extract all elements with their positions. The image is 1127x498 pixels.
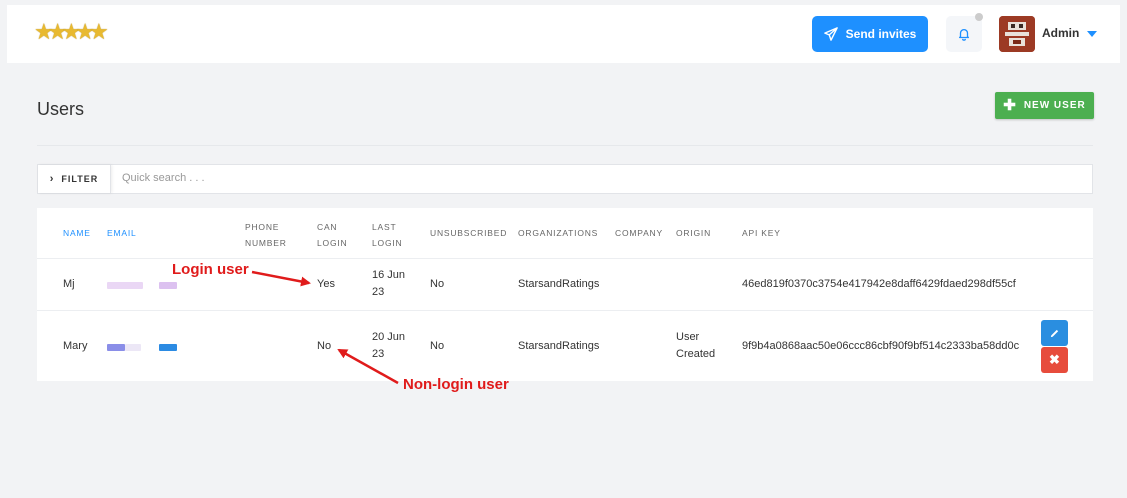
users-table: NAME EMAIL PHONE NUMBER CAN LOGIN LAST L…: [37, 208, 1093, 381]
column-header-api-key: API KEY: [742, 228, 781, 238]
filter-label: FILTER: [61, 174, 99, 184]
cell-last-login: 16 Jun 23: [372, 267, 405, 301]
logo[interactable]: ★ ★ ★ ★ ★: [34, 21, 109, 43]
redacted-block: [125, 344, 141, 351]
redacted-block: [107, 282, 143, 289]
new-user-button[interactable]: ✚ NEW USER: [995, 92, 1094, 119]
paper-plane-icon: [823, 27, 838, 41]
cell-can-login: No: [317, 340, 332, 352]
redacted-block: [107, 344, 125, 351]
plus-icon: ✚: [1003, 96, 1017, 114]
cell-name: Mj: [63, 278, 75, 290]
new-user-label: NEW USER: [1023, 100, 1086, 111]
cell-last-login-year: 23: [372, 348, 385, 360]
column-header-organizations: ORGANIZATIONS: [518, 228, 599, 238]
cell-organization: StarsandRatings: [518, 340, 600, 352]
redacted-block: [159, 282, 177, 289]
column-header-phone-line1: PHONE: [245, 222, 280, 232]
send-invites-label: Send invites: [845, 27, 917, 41]
edit-button[interactable]: [1041, 320, 1068, 346]
redacted-block: [159, 344, 177, 351]
quick-search-input[interactable]: [122, 172, 1022, 184]
bell-icon: [958, 28, 970, 41]
column-header-phone-line2: NUMBER: [245, 238, 287, 248]
star-icon: ★: [88, 19, 109, 44]
cell-origin-line1: User: [676, 331, 700, 343]
annotation-non-login-user: Non-login user: [403, 376, 509, 393]
pencil-icon: [1050, 329, 1059, 337]
cell-organization: StarsandRatings: [518, 278, 600, 290]
column-header-can-login-line2: LOGIN: [317, 238, 348, 248]
close-icon: ✖: [1049, 352, 1060, 367]
column-header-email[interactable]: EMAIL: [107, 227, 137, 239]
column-header-unsubscribed: UNSUBSCRIBED: [430, 228, 508, 238]
cell-api-key: 9f9b4a0868aac50e06ccc86cbf90f9bf514c2333…: [742, 340, 1020, 352]
column-header-company: COMPANY: [615, 228, 663, 238]
column-header-can-login-line1: CAN: [317, 222, 338, 232]
cell-last-login-date: 16 Jun: [372, 269, 406, 281]
delete-button[interactable]: ✖: [1041, 347, 1068, 373]
notifications-button[interactable]: [946, 16, 982, 52]
cell-origin: User Created: [676, 329, 715, 363]
filter-button[interactable]: › FILTER: [38, 165, 111, 193]
chevron-right-icon: ›: [49, 173, 55, 185]
avatar[interactable]: [999, 16, 1035, 52]
column-header-origin: ORIGIN: [676, 228, 712, 238]
column-header-last-login-line2: LOGIN: [372, 238, 403, 248]
cell-unsubscribed: No: [430, 340, 445, 352]
cell-api-key: 46ed819f0370c3754e417942e8daff6429fdaed2…: [742, 278, 1016, 290]
row-divider: [37, 310, 1093, 311]
column-header-last-login-line1: LAST: [372, 222, 397, 232]
avatar-image: [999, 16, 1035, 52]
cell-last-login-year: 23: [372, 286, 385, 298]
cell-can-login: Yes: [317, 278, 335, 290]
cell-unsubscribed: No: [430, 278, 445, 290]
column-header-can-login: CAN LOGIN: [317, 221, 347, 249]
user-name[interactable]: Admin: [1042, 26, 1079, 40]
top-header: ★ ★ ★ ★ ★ Send invites Admin: [7, 5, 1120, 63]
send-invites-button[interactable]: Send invites: [812, 16, 928, 52]
cell-name: Mary: [63, 340, 88, 352]
column-header-last-login: LAST LOGIN: [372, 221, 402, 249]
page-title: Users: [37, 99, 85, 119]
cell-last-login: 20 Jun 23: [372, 329, 405, 363]
filter-bar: › FILTER: [37, 164, 1093, 194]
cell-origin-line2: Created: [676, 348, 716, 360]
notification-dot: [975, 13, 983, 21]
column-header-name[interactable]: NAME: [63, 227, 91, 239]
chevron-down-icon[interactable]: [1087, 31, 1097, 37]
row-divider: [37, 258, 1093, 259]
divider: [37, 145, 1093, 146]
annotation-login-user: Login user: [172, 261, 249, 278]
cell-last-login-date: 20 Jun: [372, 331, 406, 343]
column-header-phone: PHONE NUMBER: [245, 221, 287, 249]
